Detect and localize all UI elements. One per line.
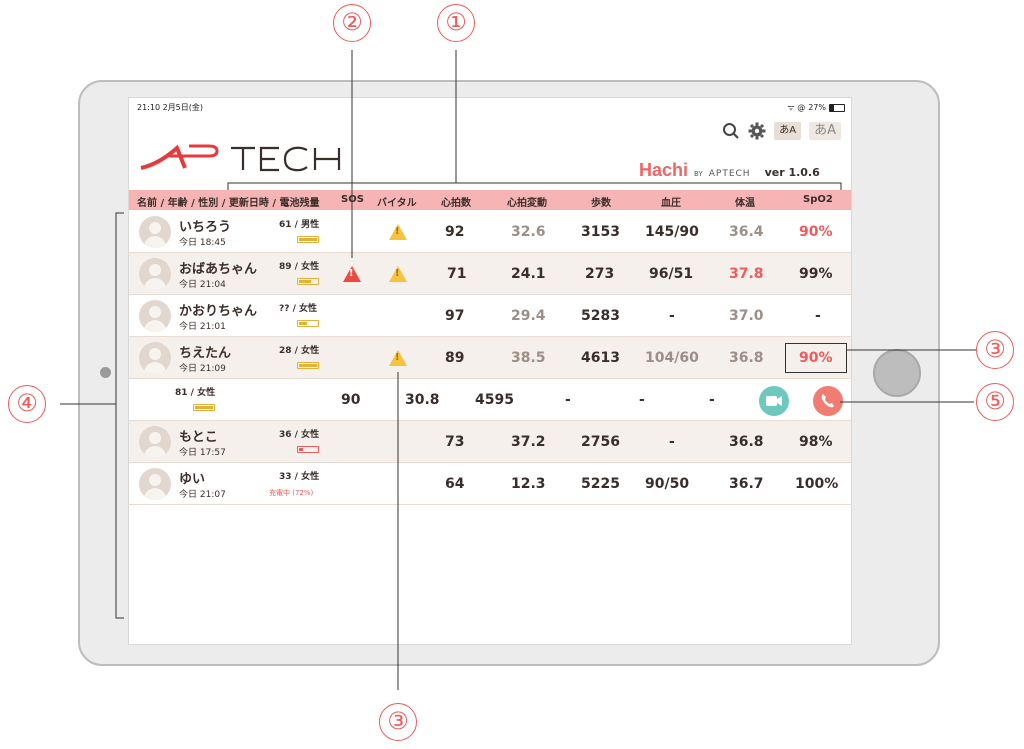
annotation-2: ② (333, 4, 371, 42)
annotation-5: ⑤ (976, 383, 1014, 421)
annotation-lines (60, 50, 976, 690)
annotation-3-right: ③ (976, 331, 1014, 369)
annotation-4: ④ (8, 385, 46, 423)
annotation-3-bottom: ③ (379, 703, 417, 741)
annotation-1: ① (437, 4, 475, 42)
